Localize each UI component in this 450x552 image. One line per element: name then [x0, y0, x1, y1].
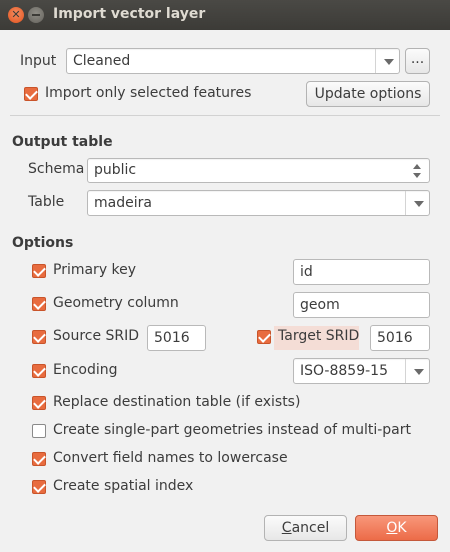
- spatial-index-checkbox[interactable]: [32, 480, 46, 494]
- table-combo[interactable]: madeira: [87, 190, 430, 216]
- table-label: Table: [28, 194, 65, 210]
- input-label: Input: [20, 53, 57, 69]
- target-srid-input[interactable]: 5016: [370, 325, 430, 351]
- spin-arrows-icon[interactable]: [413, 162, 423, 180]
- import-selected-label: Import only selected features: [45, 85, 252, 101]
- output-table-heading: Output table: [12, 134, 113, 150]
- close-icon[interactable]: ✕: [8, 7, 24, 23]
- primary-key-checkbox[interactable]: [32, 264, 46, 278]
- single-part-checkbox[interactable]: [32, 424, 46, 438]
- options-heading: Options: [12, 235, 74, 251]
- ok-button[interactable]: OK: [355, 515, 438, 541]
- minimize-icon[interactable]: [28, 7, 44, 23]
- table-value: madeira: [94, 195, 152, 211]
- encoding-dropdown-button[interactable]: [405, 359, 429, 383]
- title-bar: ✕ Import vector layer: [0, 0, 450, 30]
- chevron-down-icon: [384, 59, 394, 65]
- separator: [10, 115, 440, 116]
- cancel-button[interactable]: Cancel: [264, 515, 347, 541]
- primary-key-input[interactable]: id: [293, 259, 430, 285]
- source-srid-input[interactable]: 5016: [147, 325, 206, 351]
- encoding-value: ISO-8859-15: [300, 363, 388, 379]
- source-srid-checkbox[interactable]: [32, 330, 46, 344]
- geometry-column-checkbox[interactable]: [32, 297, 46, 311]
- encoding-checkbox[interactable]: [32, 364, 46, 378]
- input-value: Cleaned: [73, 53, 131, 69]
- target-srid-checkbox[interactable]: [257, 330, 271, 344]
- geometry-column-label: Geometry column: [53, 295, 179, 311]
- single-part-label: Create single-part geometries instead of…: [53, 422, 411, 438]
- chevron-down-icon: [414, 369, 424, 375]
- schema-spinbox[interactable]: public: [87, 158, 430, 183]
- import-vector-layer-dialog: ✕ Import vector layer Input Cleaned ... …: [0, 0, 450, 552]
- update-options-button[interactable]: Update options: [306, 81, 430, 107]
- lowercase-checkbox[interactable]: [32, 452, 46, 466]
- input-dropdown-button[interactable]: [375, 49, 399, 73]
- lowercase-label: Convert field names to lowercase: [53, 450, 288, 466]
- chevron-down-icon: [414, 201, 424, 207]
- schema-value: public: [94, 162, 137, 178]
- browse-button[interactable]: ...: [405, 48, 430, 74]
- schema-label: Schema: [28, 161, 85, 177]
- window-title: Import vector layer: [53, 6, 206, 22]
- replace-table-checkbox[interactable]: [32, 396, 46, 410]
- input-combo[interactable]: Cleaned: [66, 48, 400, 74]
- replace-table-label: Replace destination table (if exists): [53, 394, 301, 410]
- primary-key-label: Primary key: [53, 262, 137, 278]
- spatial-index-label: Create spatial index: [53, 478, 194, 494]
- encoding-label: Encoding: [53, 362, 118, 378]
- geometry-column-input[interactable]: geom: [293, 292, 430, 318]
- target-srid-label: Target SRID: [278, 328, 360, 344]
- table-dropdown-button[interactable]: [405, 191, 429, 215]
- source-srid-label: Source SRID: [53, 328, 140, 344]
- import-selected-checkbox[interactable]: [24, 87, 38, 101]
- encoding-combo[interactable]: ISO-8859-15: [293, 358, 430, 384]
